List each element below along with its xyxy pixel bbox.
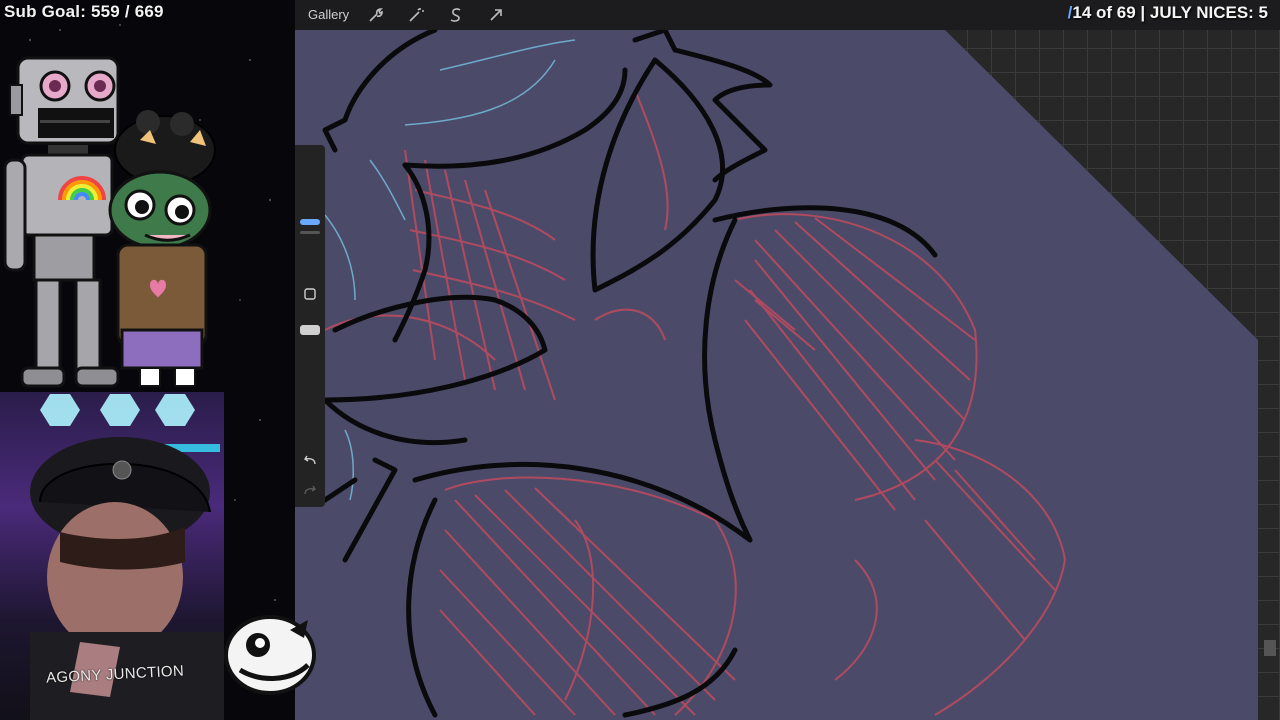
opacity-slider[interactable]: [300, 325, 320, 335]
undo-icon[interactable]: [303, 453, 317, 467]
redo-icon[interactable]: [303, 483, 317, 497]
counter-text: 14 of 69 | JULY NICES: 5: [1072, 3, 1268, 22]
robot-character: [3, 56, 120, 388]
selection-s-icon[interactable]: [447, 6, 465, 24]
magic-wand-icon[interactable]: [407, 6, 425, 24]
sticker-counter: /14 of 69 | JULY NICES: 5: [1068, 3, 1268, 23]
brush-size-track: [300, 231, 320, 234]
gallery-button[interactable]: Gallery: [308, 7, 349, 22]
sub-goal-text: Sub Goal: 559 / 669: [4, 2, 164, 21]
scroll-indicator[interactable]: [1264, 640, 1276, 656]
wrench-icon[interactable]: [367, 6, 385, 24]
frog-character: [108, 110, 216, 387]
drawing-canvas[interactable]: [295, 0, 1280, 720]
canvas-page: [295, 30, 1258, 720]
modify-square-icon[interactable]: [303, 287, 317, 301]
brush-size-slider[interactable]: [300, 219, 320, 225]
mascot-logo: [224, 615, 316, 695]
arrow-cursor-icon[interactable]: [487, 6, 505, 24]
procreate-canvas-area: Gallery /14 of 69 | JULY NICES: 5: [295, 0, 1280, 720]
character-illustration: [3, 56, 216, 388]
procreate-side-panel: [295, 145, 325, 507]
hex-lights: [40, 394, 195, 426]
